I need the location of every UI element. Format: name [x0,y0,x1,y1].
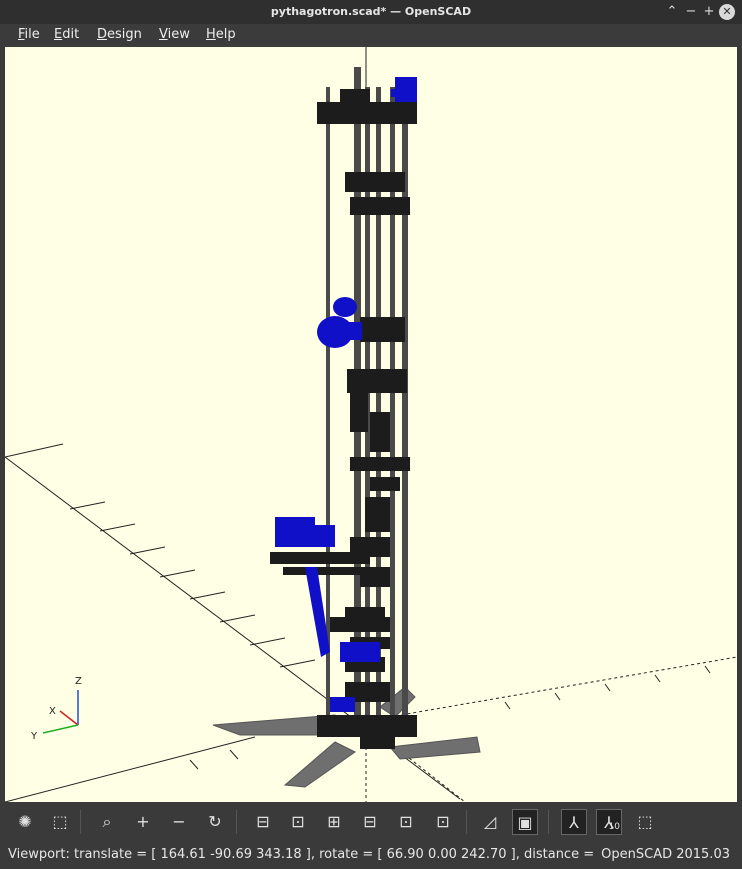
x-tick [5,443,64,458]
perspective-icon: ◿ [483,812,497,831]
minimize-window-button[interactable]: − [683,4,699,20]
menu-help-accel: H [206,27,216,42]
perspective-button[interactable]: ◿ [477,809,503,835]
status-bar: Viewport: translate = [ 164.61 -90.69 34… [0,842,742,869]
view-left-icon: ⊟ [363,812,377,831]
close-icon: ✕ [722,5,732,18]
reset-view-icon: ↻ [208,812,222,831]
menu-help[interactable]: Help [206,27,236,42]
menu-design[interactable]: Design [97,27,142,42]
show-edges-icon: ⬚ [637,812,653,831]
view-top-icon: ⊡ [291,812,305,831]
zoom-in-icon: + [136,812,150,831]
toolbar-separator [548,810,549,834]
view-back-icon: ⊡ [436,812,450,831]
show-scale-markers-button[interactable]: ⅄ 10 [596,809,622,835]
view-front-button[interactable]: ⊡ [393,809,419,835]
menu-view-label: iew [167,27,190,42]
view-right-button[interactable]: ⊟ [250,809,276,835]
maximize-window-button[interactable]: + [701,4,717,20]
toolbar-separator [466,810,467,834]
view-all-icon: ⌕ [102,812,112,831]
show-axes-icon: ⅄ [569,813,579,832]
y-axis-line [5,736,256,802]
show-axes-button[interactable]: ⅄ [561,809,587,835]
zoom-in-button[interactable]: + [130,809,156,835]
show-edges-button[interactable]: ⬚ [632,809,658,835]
shade-window-button[interactable]: ⌃ [664,4,680,20]
view-back-button[interactable]: ⊡ [430,809,456,835]
viewport-status: Viewport: translate = [ 164.61 -90.69 34… [8,847,595,862]
preview-icon: ✺ [18,812,32,831]
orthogonal-button[interactable]: ▣ [512,809,538,835]
viewport-canvas[interactable]: Z X Y [5,47,737,802]
menu-view-accel: V [159,27,168,42]
menu-edit-label: dit [62,27,80,42]
close-window-button[interactable]: ✕ [719,4,735,20]
y-axis-dashed [359,656,737,723]
minimize-icon: − [685,4,697,19]
menu-file-label: ile [24,27,40,42]
view-right-icon: ⊟ [256,812,270,831]
view-left-button[interactable]: ⊟ [357,809,383,835]
version-label: OpenSCAD 2015.03 [601,847,730,862]
viewport-toolbar: ✺ ⬚ ⌕ + − ↻ ⊟ ⊡ ⊞ ⊟ ⊡ ⊡ ◿ ▣ ⅄ ⅄ 10 ⬚ [0,802,742,842]
render-icon: ⬚ [52,812,68,831]
3d-viewport[interactable]: Z X Y [5,47,737,802]
menu-view[interactable]: View [159,27,190,42]
orthogonal-icon: ▣ [517,813,533,832]
title-bar: pythagotron.scad* — OpenSCAD ⌃ − + ✕ [0,0,742,24]
gizmo-y-label: Y [30,731,38,742]
menu-edit-accel: E [54,27,63,42]
view-bottom-button[interactable]: ⊞ [321,809,347,835]
zoom-out-button[interactable]: − [166,809,192,835]
openscad-window: pythagotron.scad* — OpenSCAD ⌃ − + ✕ Fil… [0,0,742,869]
view-all-button[interactable]: ⌕ [94,809,120,835]
menu-design-label: esign [107,27,142,42]
gizmo-x-label: X [49,706,56,717]
toolbar-separator [80,810,81,834]
maximize-icon: + [703,4,715,19]
render-button[interactable]: ⬚ [47,809,73,835]
menu-file[interactable]: File [18,27,40,42]
reset-view-button[interactable]: ↻ [202,809,228,835]
preview-button[interactable]: ✺ [12,809,38,835]
scale-badge: 10 [608,822,620,832]
gizmo-z-label: Z [75,676,82,687]
view-bottom-icon: ⊞ [327,812,341,831]
menu-bar: File Edit Design View Help [0,24,742,47]
view-top-button[interactable]: ⊡ [285,809,311,835]
menu-edit[interactable]: Edit [54,27,79,42]
menu-design-accel: D [97,27,108,42]
window-title: pythagotron.scad* — OpenSCAD [270,5,472,18]
chevron-up-icon: ⌃ [666,4,678,19]
menu-help-label: elp [215,27,236,42]
view-front-icon: ⊡ [399,812,413,831]
zoom-out-icon: − [172,812,186,831]
toolbar-separator [236,810,237,834]
